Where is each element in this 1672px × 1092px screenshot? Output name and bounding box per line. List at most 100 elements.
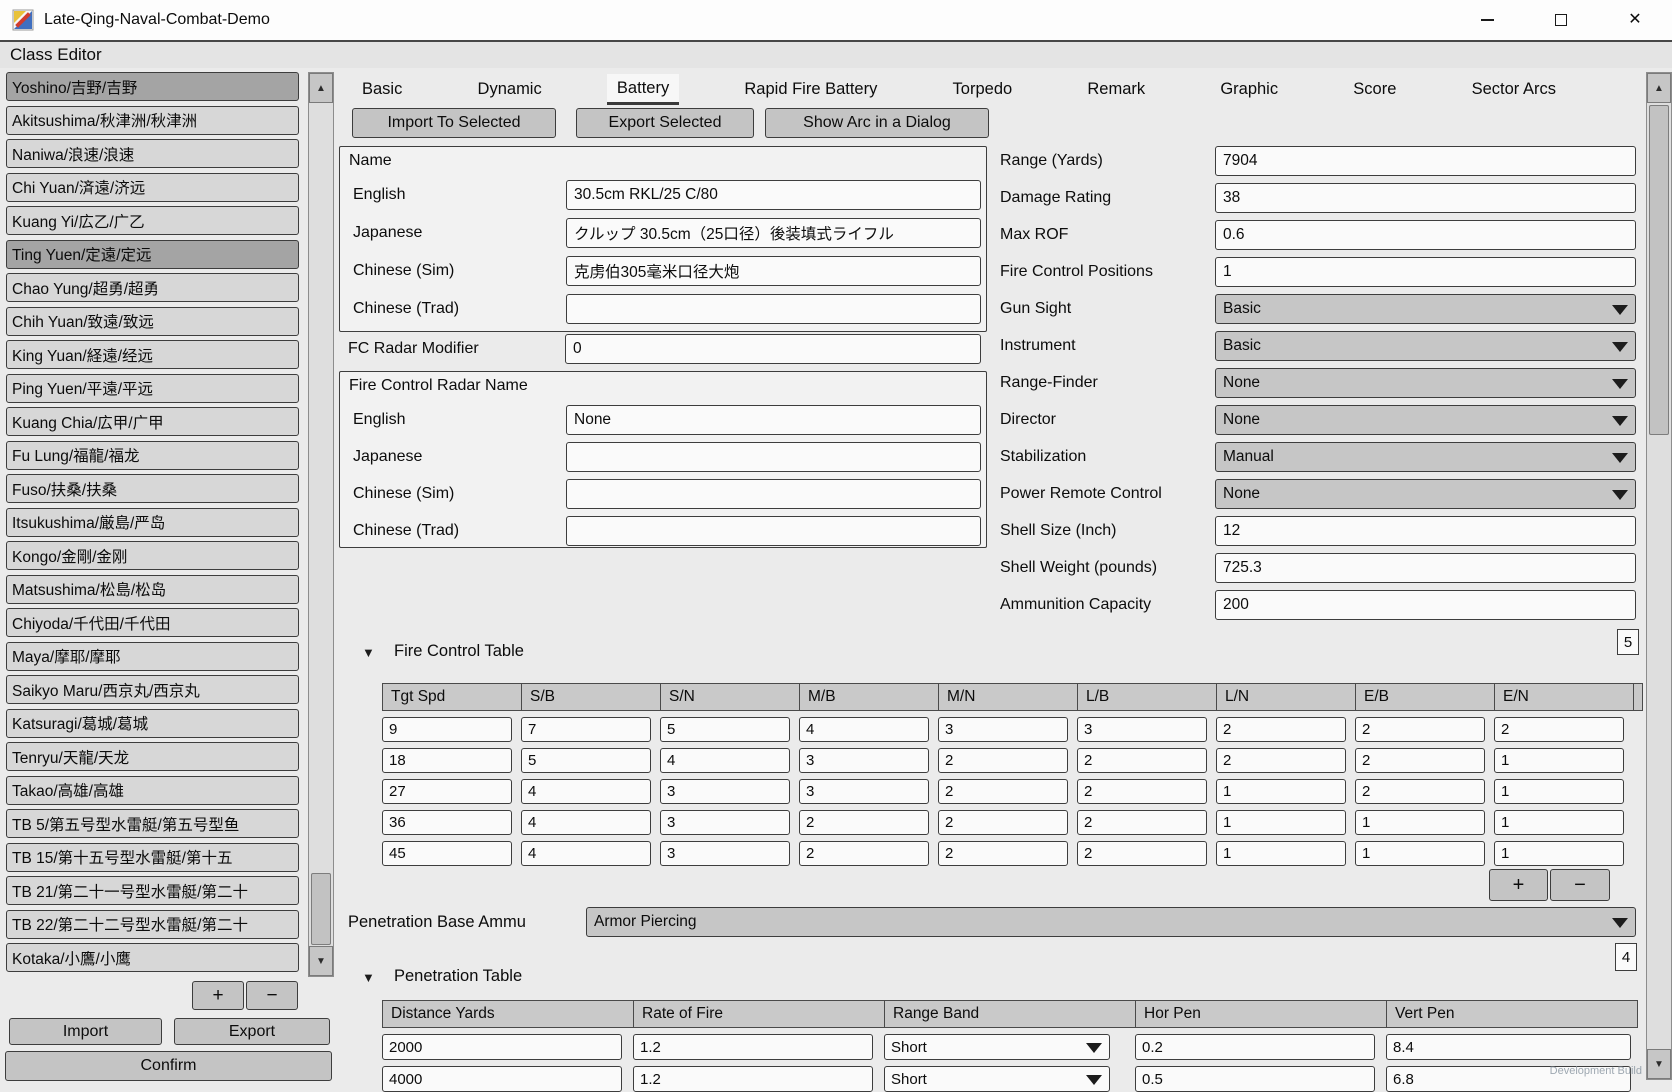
confirm-button[interactable]: Confirm bbox=[5, 1051, 332, 1081]
fc-table-cell[interactable]: 2 bbox=[1077, 779, 1207, 804]
fc-table-cell[interactable]: 2 bbox=[1494, 717, 1624, 742]
fc-radar-modifier-field[interactable]: 0 bbox=[565, 334, 981, 364]
fc-table-cell[interactable]: 2 bbox=[938, 748, 1068, 773]
fc-table-cell[interactable]: 36 bbox=[382, 810, 512, 835]
collapse-penetration-table-icon[interactable]: ▼ bbox=[362, 971, 375, 984]
ship-list-item[interactable]: Kongo/金剛/金刚 bbox=[6, 541, 299, 570]
ship-list-item[interactable]: Takao/高雄/高雄 bbox=[6, 776, 299, 805]
range-yards-field[interactable]: 7904 bbox=[1215, 146, 1636, 176]
damage-rating-field[interactable]: 38 bbox=[1215, 183, 1636, 213]
pen-vert-pen-cell[interactable]: 8.4 bbox=[1386, 1034, 1631, 1060]
fc-radar-japanese-field[interactable] bbox=[566, 442, 981, 472]
range-finder-dropdown[interactable]: None bbox=[1215, 368, 1636, 398]
tab-graphic[interactable]: Graphic bbox=[1210, 74, 1288, 105]
fc-table-cell[interactable]: 2 bbox=[1355, 748, 1485, 773]
ship-list-item[interactable]: Ting Yuen/定遠/定远 bbox=[6, 240, 299, 269]
export-button[interactable]: Export bbox=[174, 1018, 330, 1045]
fc-table-cell[interactable]: 4 bbox=[521, 810, 651, 835]
ship-list-scrollbar[interactable]: ▲ ▼ bbox=[308, 72, 334, 977]
fc-table-cell[interactable]: 45 bbox=[382, 841, 512, 866]
ship-list-item[interactable]: Maya/摩耶/摩耶 bbox=[6, 642, 299, 671]
ship-list-item[interactable]: Yoshino/吉野/吉野 bbox=[6, 72, 299, 101]
collapse-fire-control-table-icon[interactable]: ▼ bbox=[362, 646, 375, 659]
maximize-button[interactable] bbox=[1524, 0, 1598, 40]
tab-remark[interactable]: Remark bbox=[1077, 74, 1155, 105]
fire-control-positions-field[interactable]: 1 bbox=[1215, 257, 1636, 287]
ship-list-item[interactable]: Tenryu/天龍/天龙 bbox=[6, 742, 299, 771]
fc-table-cell[interactable]: 1 bbox=[1216, 841, 1346, 866]
name-chinese-sim-field[interactable]: 克虏伯305毫米口径大炮 bbox=[566, 256, 981, 286]
fc-table-cell[interactable]: 3 bbox=[660, 810, 790, 835]
fc-table-cell[interactable]: 3 bbox=[938, 717, 1068, 742]
remove-class-button[interactable]: − bbox=[246, 981, 298, 1010]
tab-torpedo[interactable]: Torpedo bbox=[943, 74, 1023, 105]
pen-distance-cell[interactable]: 4000 bbox=[382, 1066, 622, 1092]
fc-table-cell[interactable]: 1 bbox=[1216, 810, 1346, 835]
fc-table-cell[interactable]: 9 bbox=[382, 717, 512, 742]
fc-table-cell[interactable]: 2 bbox=[1216, 717, 1346, 742]
fc-table-cell[interactable]: 2 bbox=[799, 810, 929, 835]
main-scroll-up-button[interactable]: ▲ bbox=[1647, 73, 1671, 103]
tab-battery[interactable]: Battery bbox=[607, 74, 679, 105]
fc-table-cell[interactable]: 3 bbox=[799, 779, 929, 804]
fc-table-cell[interactable]: 2 bbox=[1216, 748, 1346, 773]
fc-table-cell[interactable]: 2 bbox=[1077, 841, 1207, 866]
main-scrollbar-thumb[interactable] bbox=[1649, 105, 1669, 435]
fc-radar-english-field[interactable]: None bbox=[566, 405, 981, 435]
import-button[interactable]: Import bbox=[9, 1018, 162, 1045]
fc-table-cell[interactable]: 1 bbox=[1494, 779, 1624, 804]
fc-table-add-row-button[interactable]: + bbox=[1489, 869, 1548, 901]
fc-table-cell[interactable]: 3 bbox=[660, 841, 790, 866]
tab-basic[interactable]: Basic bbox=[352, 74, 412, 105]
fc-table-cell[interactable]: 4 bbox=[521, 779, 651, 804]
ship-list-item[interactable]: Fuso/扶桑/扶桑 bbox=[6, 474, 299, 503]
stabilization-dropdown[interactable]: Manual bbox=[1215, 442, 1636, 472]
tab-rapid-fire-battery[interactable]: Rapid Fire Battery bbox=[734, 74, 887, 105]
pen-rate-of-fire-cell[interactable]: 1.2 bbox=[633, 1066, 873, 1092]
ship-list-item[interactable]: TB 5/第五号型水雷艇/第五号型鱼 bbox=[6, 809, 299, 838]
ship-list-item[interactable]: Chih Yuan/致遠/致远 bbox=[6, 307, 299, 336]
tab-sector-arcs[interactable]: Sector Arcs bbox=[1462, 74, 1566, 105]
fc-table-cell[interactable]: 27 bbox=[382, 779, 512, 804]
fc-table-cell[interactable]: 1 bbox=[1494, 841, 1624, 866]
ship-list-item[interactable]: Chao Yung/超勇/超勇 bbox=[6, 273, 299, 302]
ship-list-item[interactable]: Ping Yuen/平遠/平远 bbox=[6, 374, 299, 403]
ship-list-item[interactable]: Saikyo Maru/西京丸/西京丸 bbox=[6, 675, 299, 704]
ammunition-capacity-field[interactable]: 200 bbox=[1215, 590, 1636, 620]
ship-list-item[interactable]: Akitsushima/秋津洲/秋津洲 bbox=[6, 106, 299, 135]
fc-table-cell[interactable]: 3 bbox=[799, 748, 929, 773]
power-remote-control-dropdown[interactable]: None bbox=[1215, 479, 1636, 509]
fc-table-cell[interactable]: 7 bbox=[521, 717, 651, 742]
ship-list-item[interactable]: TB 15/第十五号型水雷艇/第十五 bbox=[6, 843, 299, 872]
fc-table-cell[interactable]: 3 bbox=[660, 779, 790, 804]
pen-distance-cell[interactable]: 2000 bbox=[382, 1034, 622, 1060]
fc-table-cell[interactable]: 2 bbox=[1077, 810, 1207, 835]
fc-table-cell[interactable]: 2 bbox=[1355, 717, 1485, 742]
ship-list-item[interactable]: Fu Lung/福龍/福龙 bbox=[6, 441, 299, 470]
add-class-button[interactable]: + bbox=[192, 981, 244, 1010]
minimize-button[interactable] bbox=[1450, 0, 1524, 40]
ship-list-item[interactable]: Matsushima/松島/松岛 bbox=[6, 575, 299, 604]
fc-table-cell[interactable]: 1 bbox=[1355, 841, 1485, 866]
ship-list-item[interactable]: Kuang Yi/広乙/广乙 bbox=[6, 206, 299, 235]
fc-table-cell[interactable]: 1 bbox=[1355, 810, 1485, 835]
fc-table-cell[interactable]: 5 bbox=[521, 748, 651, 773]
export-selected-button[interactable]: Export Selected bbox=[576, 108, 754, 138]
ship-list-item[interactable]: Kuang Chia/広甲/广甲 bbox=[6, 407, 299, 436]
ship-list-item[interactable]: Chiyoda/千代田/千代田 bbox=[6, 608, 299, 637]
pen-hor-pen-cell[interactable]: 0.2 bbox=[1135, 1034, 1375, 1060]
shell-size-inch-field[interactable]: 12 bbox=[1215, 516, 1636, 546]
fc-table-cell[interactable]: 2 bbox=[938, 841, 1068, 866]
list-scroll-up-button[interactable]: ▲ bbox=[309, 73, 333, 103]
list-scroll-down-button[interactable]: ▼ bbox=[309, 946, 333, 976]
ship-list-item[interactable]: Chi Yuan/済遠/济远 bbox=[6, 173, 299, 202]
fc-table-cell[interactable]: 1 bbox=[1216, 779, 1346, 804]
ship-list-item[interactable]: TB 22/第二十二号型水雷艇/第二十 bbox=[6, 910, 299, 939]
pen-range-band-dropdown[interactable]: Short bbox=[884, 1034, 1110, 1060]
show-arc-in-dialog-button[interactable]: Show Arc in a Dialog bbox=[765, 108, 989, 138]
fc-table-cell[interactable]: 2 bbox=[938, 810, 1068, 835]
name-english-field[interactable]: 30.5cm RKL/25 C/80 bbox=[566, 180, 981, 210]
shell-weight-pounds-field[interactable]: 725.3 bbox=[1215, 553, 1636, 583]
fc-table-cell[interactable]: 4 bbox=[799, 717, 929, 742]
ship-list-item[interactable]: King Yuan/経遠/经远 bbox=[6, 340, 299, 369]
